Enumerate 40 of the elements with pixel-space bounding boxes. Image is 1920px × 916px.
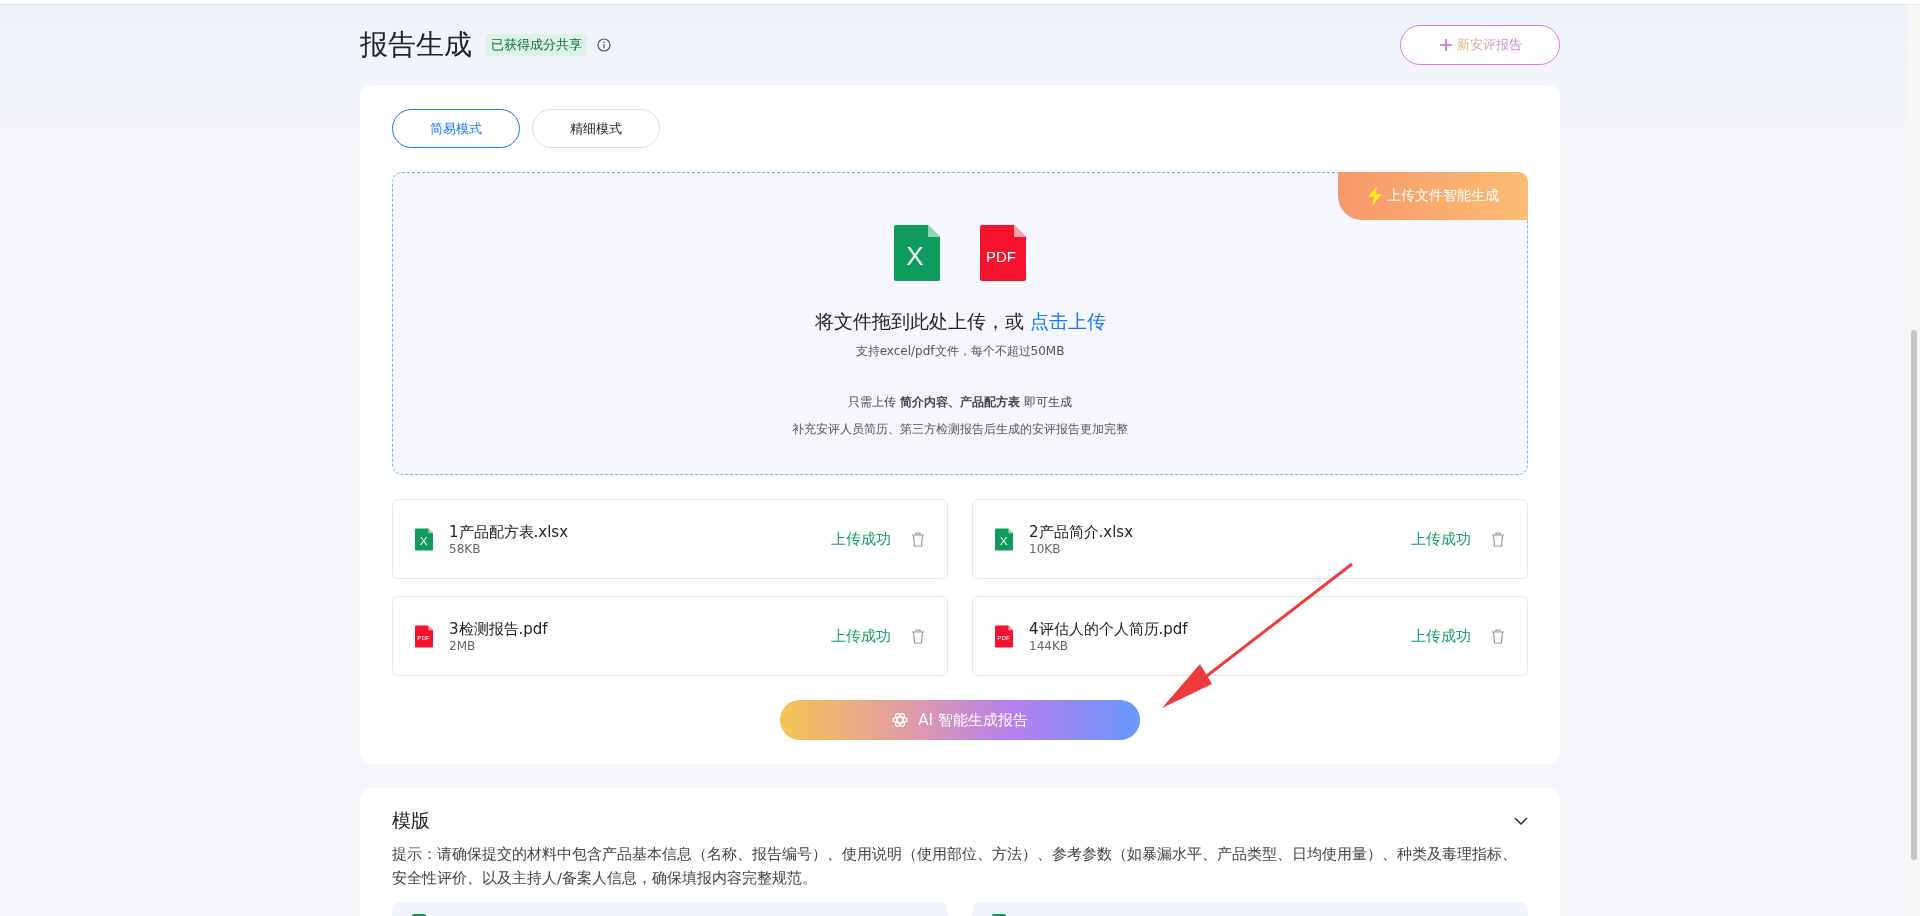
share-badge: 已获得成分共享 (486, 34, 587, 56)
note-text: 补充安评人员简历、第三方检测报告后生成的安评报告更加完整 (792, 421, 1128, 438)
lightning-icon (1367, 186, 1383, 206)
file-name: 4评估人的个人简历.pdf (1029, 619, 1188, 639)
trash-icon[interactable] (1491, 628, 1505, 644)
file-name: 3检测报告.pdf (449, 619, 548, 639)
chevron-icon[interactable] (1514, 817, 1528, 825)
file-name: 2产品简介.xlsx (1029, 522, 1134, 542)
file-size: 2MB (449, 638, 477, 653)
click-upload-link[interactable]: 点击上传 (1029, 310, 1106, 332)
info-icon[interactable] (597, 38, 611, 52)
spreadsheet-file-icon: X (415, 527, 433, 551)
new-report-button[interactable]: 新安评报告 (1400, 25, 1560, 65)
mode-tab[interactable]: 精细模式 (532, 109, 660, 148)
trash-icon[interactable] (1491, 531, 1505, 547)
spreadsheet-file-icon: X (995, 527, 1013, 551)
upload-drop-zone[interactable]: 上传文件智能生成 X PDF 将文件拖到此处上传，或 点击上传 支持excel/pdf文件，每个不超过50MB 只需上传 简介内容、产品配方表 即可生成 补充安评人员简历、第三方检测报告后生成的安评报告更加完整 (392, 172, 1528, 475)
trash-icon[interactable] (911, 628, 925, 644)
drop-prompt: 将文件拖到此处上传，或 点击上传 (814, 309, 1106, 334)
file-size: 58KB (449, 541, 482, 556)
generate-report-button[interactable]: AI 智能生成报告 (780, 700, 1140, 740)
template-title: 模版 (392, 808, 430, 833)
template-tip: 提示：请确保提交的材料中包含产品基本信息（名称、报告编号）、使用说明（使用部位、方法）、参考参数（如暴漏水平、产品类型、日均使用量）、种类及毒理指标、安全性评价、以及主持人/备案人信息，确保填报内容完整规范。 (392, 844, 1518, 888)
file-size: 144KB (1029, 638, 1069, 653)
upload-status: 上传成功 (1411, 529, 1471, 549)
page-title: 报告生成 (360, 27, 472, 63)
pdf-file-icon: PDF (980, 225, 1026, 281)
spreadsheet-file-icon: X (894, 225, 940, 281)
upload-status: 上传成功 (1411, 626, 1471, 646)
tag-label: 上传文件智能生成 (1387, 187, 1499, 205)
mode-tab[interactable]: 简易模式 (392, 109, 520, 148)
upload-status: 上传成功 (831, 626, 891, 646)
file-size: 10KB (1029, 541, 1062, 556)
plus-icon (1438, 38, 1453, 52)
file-name: 1产品配方表.xlsx (449, 522, 569, 542)
atom-icon (892, 712, 909, 728)
trash-icon[interactable] (911, 531, 925, 547)
requirement-text: 只需上传 简介内容、产品配方表 即可生成 (848, 394, 1072, 411)
upload-status: 上传成功 (831, 529, 891, 549)
upload-hint: 支持excel/pdf文件，每个不超过50MB (855, 343, 1065, 360)
